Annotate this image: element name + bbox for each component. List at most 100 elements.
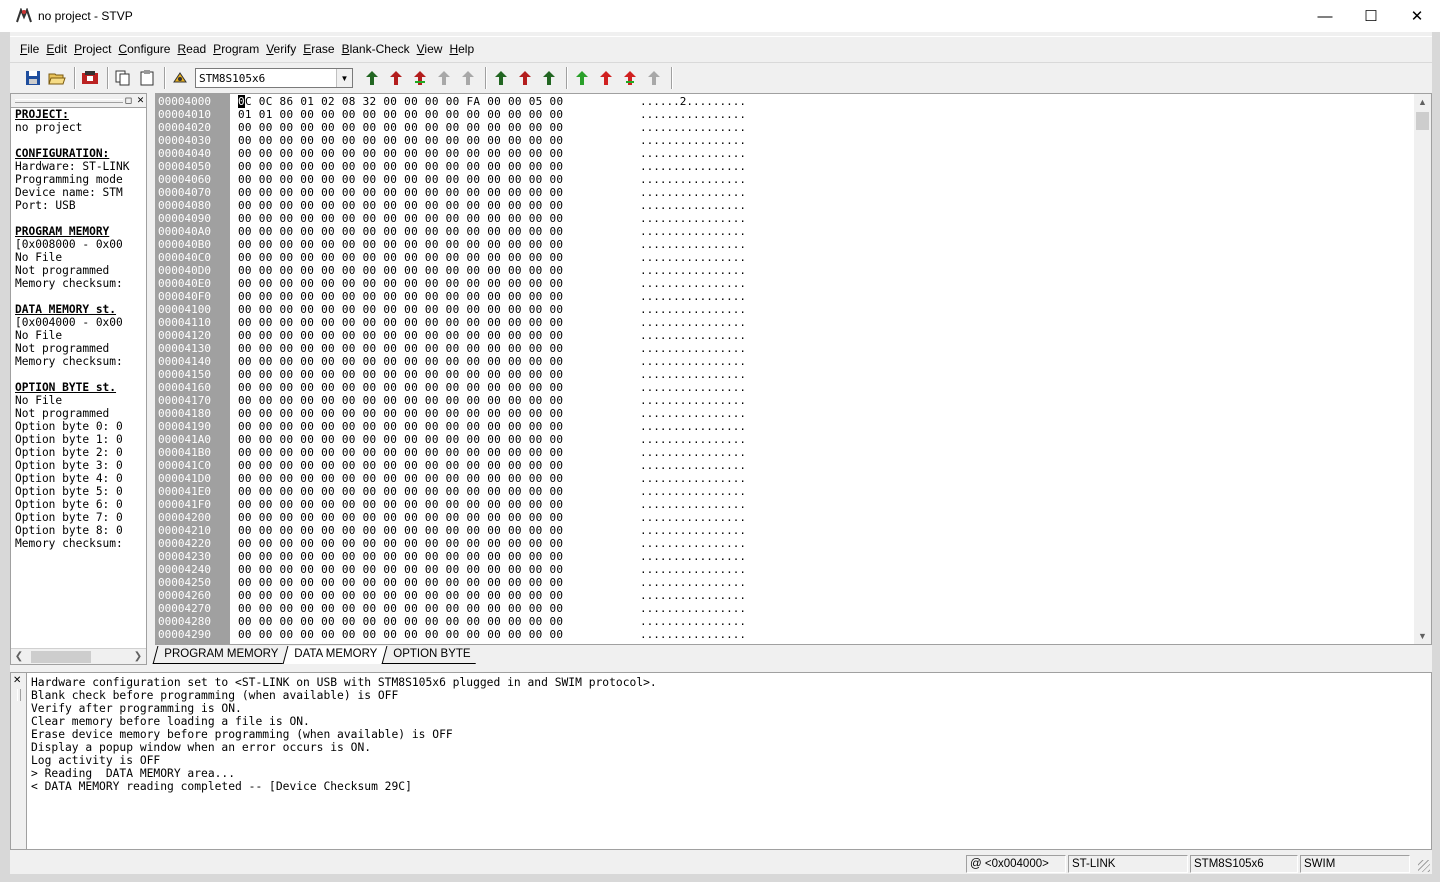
hex-row[interactable]: 00004030 00 00 00 00 00 00 00 00 00 00 00…: [158, 134, 746, 147]
hex-bytes[interactable]: 00 00 00 00 00 00 00 00 00 00 00 00 00 0…: [238, 173, 640, 186]
program-all-button[interactable]: [385, 67, 407, 89]
hex-bytes[interactable]: 00 00 00 00 00 00 00 00 00 00 00 00 00 0…: [238, 511, 640, 524]
hex-row[interactable]: 00004000 0C 0C 86 01 02 08 32 00 00 00 00…: [158, 95, 746, 108]
hex-row[interactable]: 00004070 00 00 00 00 00 00 00 00 00 00 00…: [158, 186, 746, 199]
hex-ascii[interactable]: ................: [640, 498, 746, 511]
menu-project[interactable]: Project: [74, 42, 111, 56]
hex-ascii[interactable]: ................: [640, 355, 746, 368]
menu-file[interactable]: File: [20, 42, 39, 56]
menu-erase[interactable]: Erase: [303, 42, 334, 56]
hex-bytes[interactable]: 00 00 00 00 00 00 00 00 00 00 00 00 00 0…: [238, 212, 640, 225]
hex-bytes[interactable]: 00 00 00 00 00 00 00 00 00 00 00 00 00 0…: [238, 368, 640, 381]
hex-bytes[interactable]: 00 00 00 00 00 00 00 00 00 00 00 00 00 0…: [238, 316, 640, 329]
hex-row[interactable]: 00004280 00 00 00 00 00 00 00 00 00 00 00…: [158, 615, 746, 628]
menu-verify[interactable]: Verify: [266, 42, 296, 56]
hex-ascii[interactable]: ................: [640, 238, 746, 251]
hex-ascii[interactable]: ................: [640, 511, 746, 524]
hex-bytes[interactable]: 00 00 00 00 00 00 00 00 00 00 00 00 00 0…: [238, 303, 640, 316]
open-button[interactable]: [46, 67, 68, 89]
hex-bytes[interactable]: 00 00 00 00 00 00 00 00 00 00 00 00 00 0…: [238, 238, 640, 251]
hex-ascii[interactable]: ......2.........: [640, 95, 746, 108]
hex-row[interactable]: 00004200 00 00 00 00 00 00 00 00 00 00 00…: [158, 511, 746, 524]
menu-help[interactable]: Help: [449, 42, 474, 56]
hex-bytes[interactable]: 00 00 00 00 00 00 00 00 00 00 00 00 00 0…: [238, 615, 640, 628]
scroll-thumb[interactable]: [1416, 112, 1429, 130]
hex-row[interactable]: 00004290 00 00 00 00 00 00 00 00 00 00 00…: [158, 628, 746, 641]
hex-bytes[interactable]: 00 00 00 00 00 00 00 00 00 00 00 00 00 0…: [238, 160, 640, 173]
pane-grip[interactable]: [15, 99, 123, 103]
hex-ascii[interactable]: ................: [640, 550, 746, 563]
hex-bytes[interactable]: 00 00 00 00 00 00 00 00 00 00 00 00 00 0…: [238, 602, 640, 615]
hex-row[interactable]: 00004090 00 00 00 00 00 00 00 00 00 00 00…: [158, 212, 746, 225]
hex-bytes[interactable]: 00 00 00 00 00 00 00 00 00 00 00 00 00 0…: [238, 381, 640, 394]
hex-bytes[interactable]: 00 00 00 00 00 00 00 00 00 00 00 00 00 0…: [238, 550, 640, 563]
hex-ascii[interactable]: ................: [640, 576, 746, 589]
erase-tab-button[interactable]: [643, 67, 665, 89]
hex-row[interactable]: 00004040 00 00 00 00 00 00 00 00 00 00 00…: [158, 147, 746, 160]
hex-row[interactable]: 000041C0 00 00 00 00 00 00 00 00 00 00 00…: [158, 459, 746, 472]
project-button[interactable]: [79, 67, 101, 89]
hex-ascii[interactable]: ................: [640, 160, 746, 173]
hex-ascii[interactable]: ................: [640, 524, 746, 537]
hex-bytes[interactable]: 00 00 00 00 00 00 00 00 00 00 00 00 00 0…: [238, 446, 640, 459]
hex-row[interactable]: 00004130 00 00 00 00 00 00 00 00 00 00 00…: [158, 342, 746, 355]
verify-current-button[interactable]: [538, 67, 560, 89]
hex-row[interactable]: 000041D0 00 00 00 00 00 00 00 00 00 00 00…: [158, 472, 746, 485]
hex-bytes[interactable]: 00 00 00 00 00 00 00 00 00 00 00 00 00 0…: [238, 628, 640, 641]
hex-ascii[interactable]: ................: [640, 563, 746, 576]
tab-option-byte[interactable]: OPTION BYTE: [381, 646, 481, 664]
maximize-button[interactable]: ☐: [1348, 0, 1394, 32]
read-tab-button[interactable]: [571, 67, 593, 89]
hex-ascii[interactable]: ................: [640, 173, 746, 186]
hex-ascii[interactable]: ................: [640, 342, 746, 355]
hex-ascii[interactable]: ................: [640, 446, 746, 459]
hex-row[interactable]: 000041A0 00 00 00 00 00 00 00 00 00 00 00…: [158, 433, 746, 446]
hex-bytes[interactable]: 00 00 00 00 00 00 00 00 00 00 00 00 00 0…: [238, 407, 640, 420]
hex-row[interactable]: 00004110 00 00 00 00 00 00 00 00 00 00 00…: [158, 316, 746, 329]
program-current-button[interactable]: [514, 67, 536, 89]
hex-ascii[interactable]: ................: [640, 147, 746, 160]
tab-data-memory[interactable]: DATA MEMORY: [282, 646, 388, 664]
pane-restore-button[interactable]: ◻: [123, 95, 134, 106]
memory-hex-view[interactable]: 00004000 0C 0C 86 01 02 08 32 00 00 00 00…: [155, 93, 1432, 645]
copy-button[interactable]: [112, 67, 134, 89]
hex-ascii[interactable]: ................: [640, 199, 746, 212]
scroll-thumb[interactable]: [31, 651, 91, 663]
hex-ascii[interactable]: ................: [640, 459, 746, 472]
hex-ascii[interactable]: ................: [640, 368, 746, 381]
hex-bytes[interactable]: 00 00 00 00 00 00 00 00 00 00 00 00 00 0…: [238, 498, 640, 511]
hex-bytes[interactable]: 00 00 00 00 00 00 00 00 00 00 00 00 00 0…: [238, 563, 640, 576]
hex-ascii[interactable]: ................: [640, 381, 746, 394]
hex-bytes[interactable]: 00 00 00 00 00 00 00 00 00 00 00 00 00 0…: [238, 134, 640, 147]
scroll-left-icon[interactable]: ❮: [11, 649, 27, 665]
hex-row[interactable]: 00004210 00 00 00 00 00 00 00 00 00 00 00…: [158, 524, 746, 537]
hex-ascii[interactable]: ................: [640, 407, 746, 420]
hex-ascii[interactable]: ................: [640, 251, 746, 264]
menu-program[interactable]: Program: [213, 42, 259, 56]
blank-check-all-button[interactable]: [457, 67, 479, 89]
hex-bytes[interactable]: 01 01 00 00 00 00 00 00 00 00 00 00 00 0…: [238, 108, 640, 121]
hex-row[interactable]: 00004190 00 00 00 00 00 00 00 00 00 00 00…: [158, 420, 746, 433]
save-button[interactable]: [22, 67, 44, 89]
hex-row[interactable]: 000040D0 00 00 00 00 00 00 00 00 00 00 00…: [158, 264, 746, 277]
hex-bytes[interactable]: 0C 0C 86 01 02 08 32 00 00 00 00 FA 00 0…: [238, 95, 640, 108]
hex-row[interactable]: 00004050 00 00 00 00 00 00 00 00 00 00 00…: [158, 160, 746, 173]
hex-bytes[interactable]: 00 00 00 00 00 00 00 00 00 00 00 00 00 0…: [238, 420, 640, 433]
hex-bytes[interactable]: 00 00 00 00 00 00 00 00 00 00 00 00 00 0…: [238, 537, 640, 550]
hex-ascii[interactable]: ................: [640, 394, 746, 407]
hex-row[interactable]: 00004220 00 00 00 00 00 00 00 00 00 00 00…: [158, 537, 746, 550]
program-tab-button[interactable]: [595, 67, 617, 89]
hex-ascii[interactable]: ................: [640, 329, 746, 342]
hex-row[interactable]: 00004250 00 00 00 00 00 00 00 00 00 00 00…: [158, 576, 746, 589]
hex-row[interactable]: 000040C0 00 00 00 00 00 00 00 00 00 00 00…: [158, 251, 746, 264]
hex-row[interactable]: 00004160 00 00 00 00 00 00 00 00 00 00 00…: [158, 381, 746, 394]
hex-ascii[interactable]: ................: [640, 628, 746, 641]
hex-row[interactable]: 00004260 00 00 00 00 00 00 00 00 00 00 00…: [158, 589, 746, 602]
hex-ascii[interactable]: ................: [640, 316, 746, 329]
hex-row[interactable]: 00004120 00 00 00 00 00 00 00 00 00 00 00…: [158, 329, 746, 342]
device-select[interactable]: STM8S105x6 ▼: [195, 68, 353, 88]
minimize-button[interactable]: —: [1302, 0, 1348, 32]
log-close-icon[interactable]: ✕: [13, 675, 21, 686]
erase-all-button[interactable]: [433, 67, 455, 89]
menu-read[interactable]: Read: [177, 42, 206, 56]
